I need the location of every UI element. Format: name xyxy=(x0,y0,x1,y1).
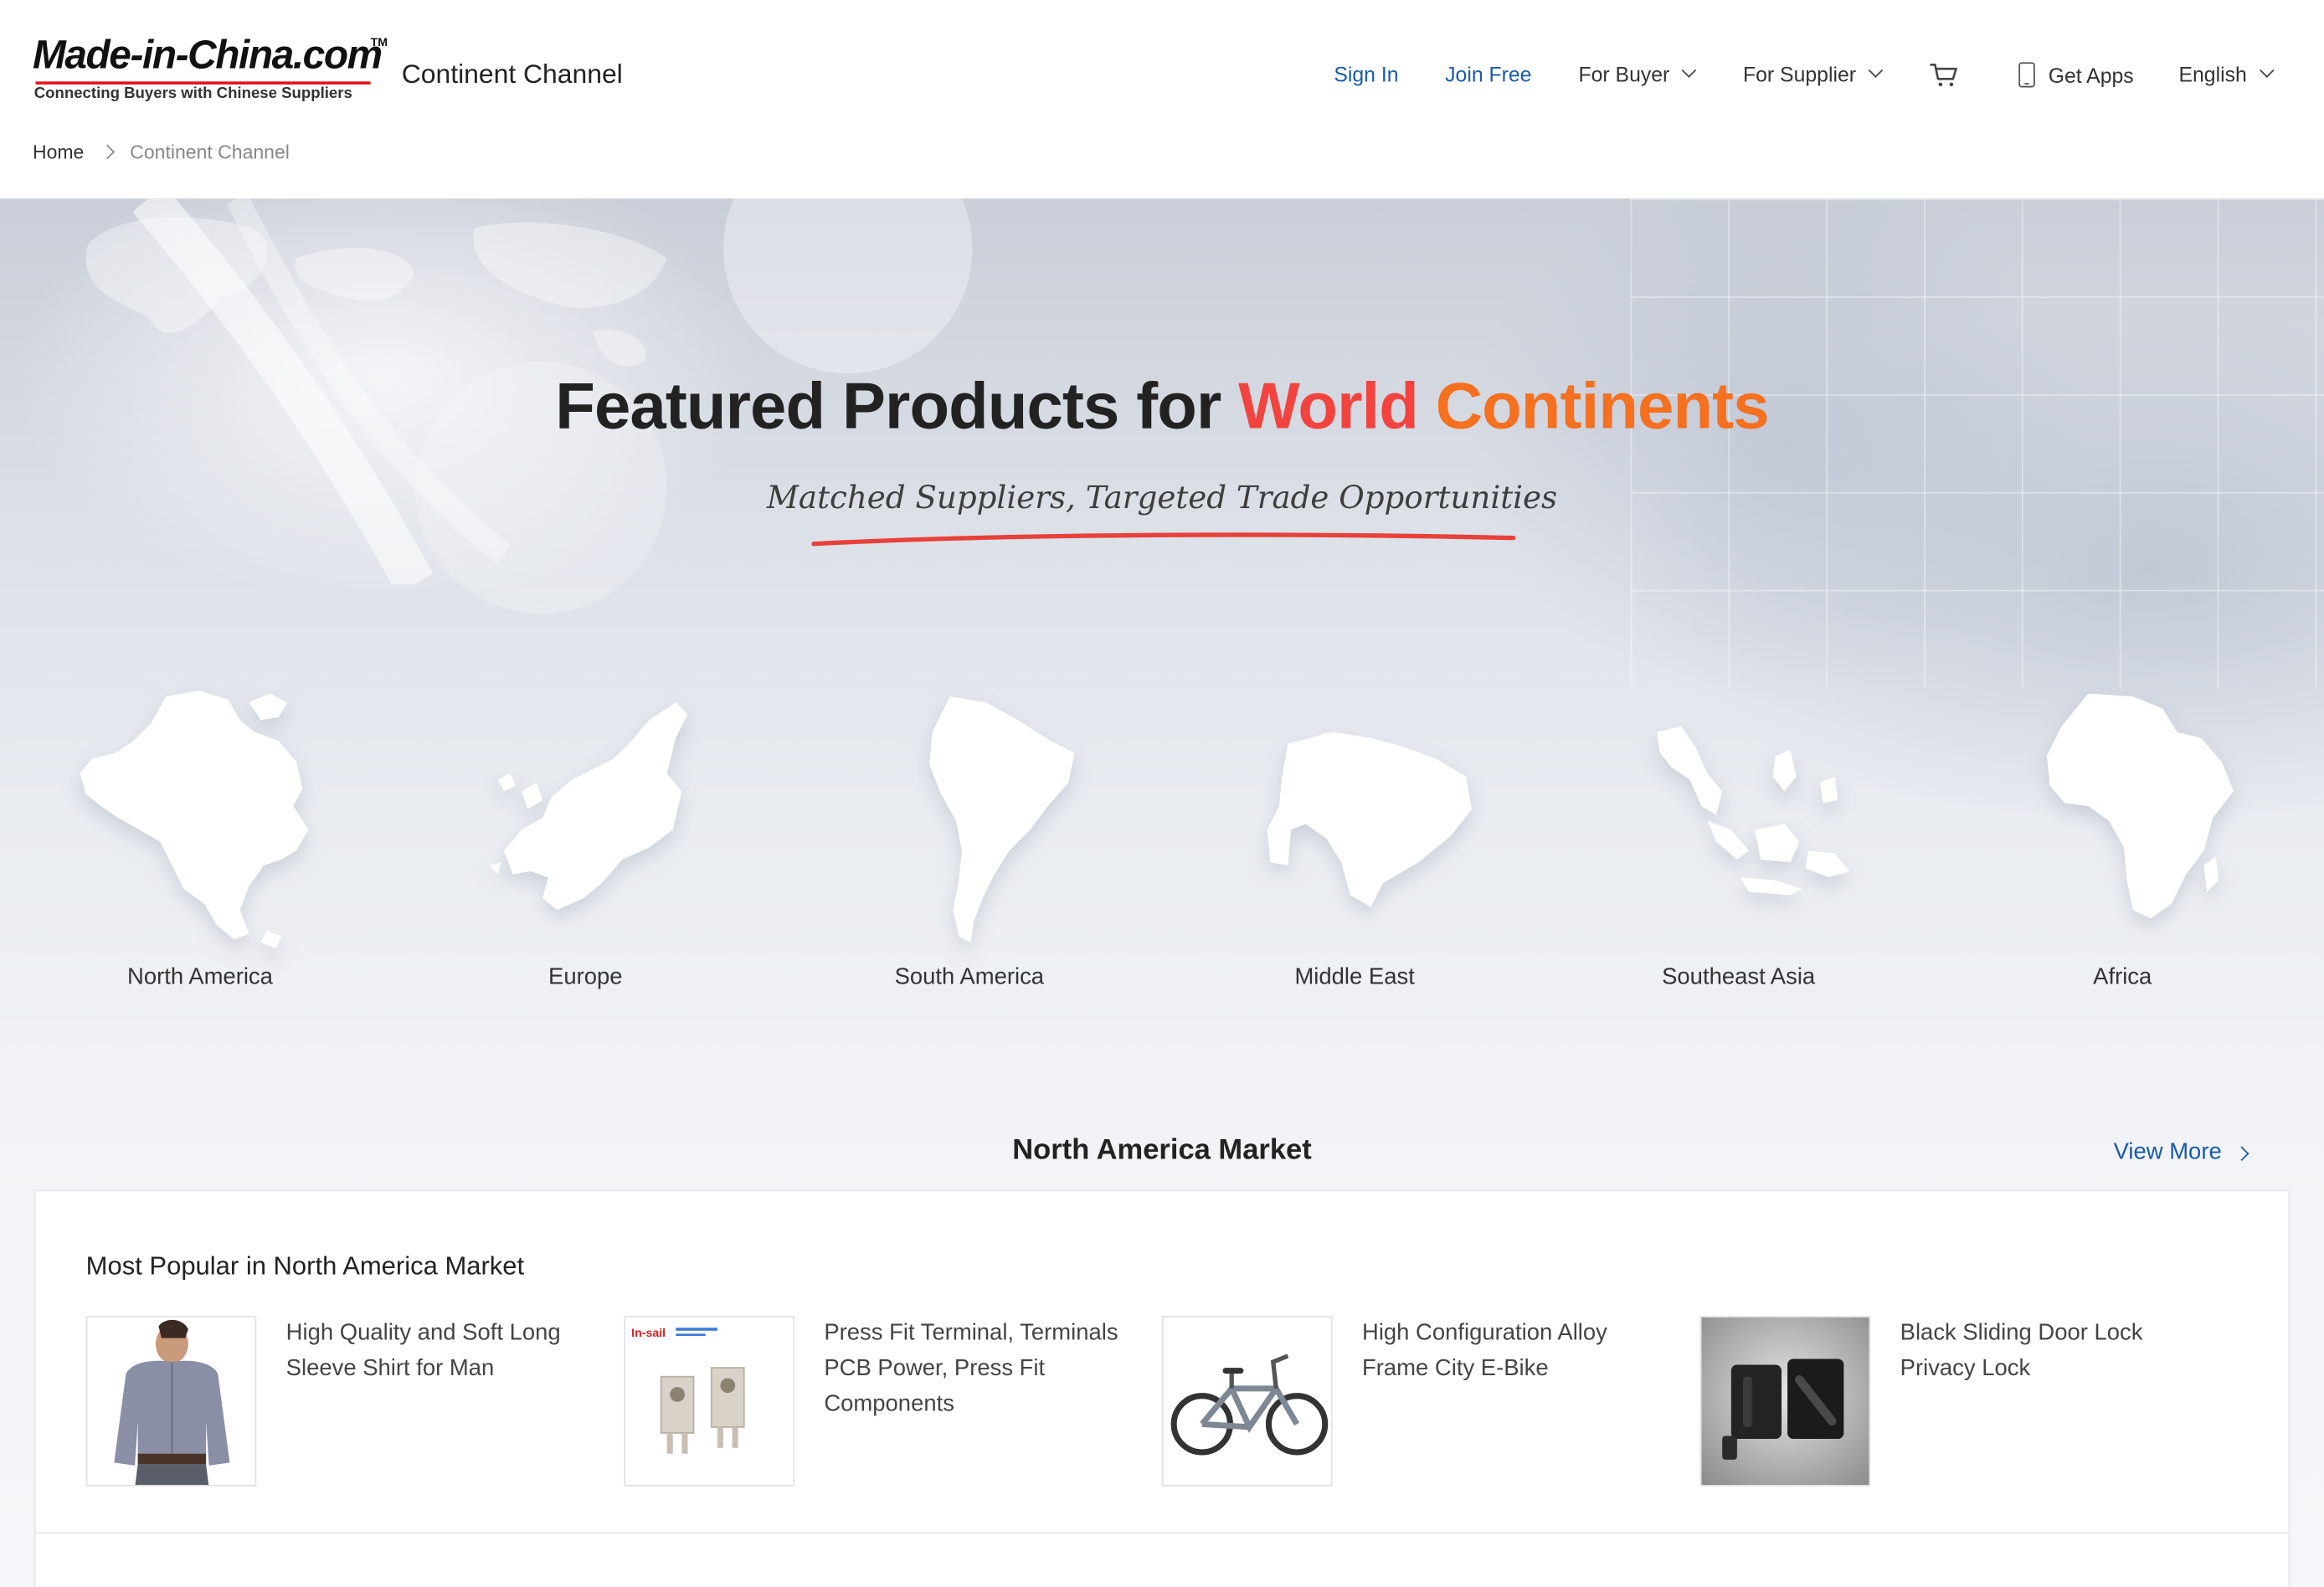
view-more-label: View More xyxy=(2113,1139,2222,1165)
logo-wordmark: Made-in-China.com xyxy=(32,32,383,78)
continent-north-america[interactable]: North America xyxy=(52,687,348,999)
continent-label: North America xyxy=(127,964,273,990)
continent-label: Southeast Asia xyxy=(1662,964,1816,990)
hero-title-continents: Continents xyxy=(1435,370,1770,444)
made-in-china-logo[interactable]: Made-in-China.com TM Connecting Buyers w… xyxy=(33,33,388,110)
mobile-phone-icon xyxy=(2018,62,2035,88)
product-name[interactable]: Press Fit Terminal, Terminals PCB Power,… xyxy=(824,1316,1128,1422)
product-thumbnail-ebike[interactable] xyxy=(1161,1316,1333,1487)
continent-europe[interactable]: Europe xyxy=(437,687,733,999)
chevron-down-icon xyxy=(2259,63,2275,78)
for-supplier-menu[interactable]: For Supplier xyxy=(1742,62,1884,86)
site-header: Made-in-China.com TM Connecting Buyers w… xyxy=(0,0,2324,199)
continent-south-america[interactable]: South America xyxy=(821,687,1118,999)
hero-title: Featured Products for World Continents xyxy=(0,371,2324,445)
e-bike-image xyxy=(1163,1317,1331,1485)
join-free-link[interactable]: Join Free xyxy=(1445,62,1531,85)
continent-label: Africa xyxy=(2093,964,2152,990)
channel-title: Continent Channel xyxy=(401,59,623,90)
view-more-link[interactable]: View More xyxy=(2113,1139,2249,1166)
language-selector[interactable]: English xyxy=(2178,62,2275,86)
sign-in-link[interactable]: Sign In xyxy=(1334,62,1398,85)
for-supplier-label: For Supplier xyxy=(1742,62,1857,86)
chevron-right-icon xyxy=(100,144,115,160)
breadcrumb: Home Continent Channel xyxy=(33,141,290,163)
shirt-image xyxy=(87,1317,255,1485)
sign-in-label: Sign In xyxy=(1334,62,1399,86)
product-name[interactable]: Black Sliding Door Lock Privacy Lock xyxy=(1900,1316,2204,1387)
continent-middle-east[interactable]: Middle East xyxy=(1206,687,1503,999)
shopping-cart-icon[interactable] xyxy=(1928,59,1961,92)
product-card[interactable]: High Configuration Alloy Frame City E-Bi… xyxy=(1161,1316,1681,1487)
chevron-down-icon xyxy=(1682,63,1697,78)
product-card[interactable]: In-sail Press Fit Terminal, Terminals PC… xyxy=(624,1316,1143,1487)
product-name[interactable]: High Configuration Alloy Frame City E-Bi… xyxy=(1362,1316,1666,1387)
panel-title: Most Popular in North America Market xyxy=(85,1251,525,1281)
market-panel: Most Popular in North America Market Hig… xyxy=(33,1189,2291,1534)
chevron-down-icon xyxy=(1869,63,1884,78)
for-buyer-label: For Buyer xyxy=(1578,62,1670,86)
product-card[interactable]: High Quality and Soft Long Sleeve Shirt … xyxy=(85,1316,605,1487)
product-thumbnail-shirt[interactable] xyxy=(85,1316,257,1487)
join-free-label: Join Free xyxy=(1445,62,1532,86)
terminal-image: In-sail xyxy=(625,1317,794,1485)
product-card[interactable]: Black Sliding Door Lock Privacy Lock xyxy=(1699,1316,2219,1487)
logo-trademark: TM xyxy=(370,35,388,49)
logo-tagline: Connecting Buyers with Chinese Suppliers xyxy=(33,84,352,103)
continent-label: South America xyxy=(894,964,1045,990)
get-apps-label: Get Apps xyxy=(2048,63,2134,87)
hero-title-world: World xyxy=(1238,370,1436,444)
africa-map-icon xyxy=(2046,693,2234,919)
continent-africa[interactable]: Africa xyxy=(1974,687,2270,999)
get-apps-link[interactable]: Get Apps xyxy=(2018,62,2134,88)
hero-subtitle-underline xyxy=(811,532,1516,547)
southeast-asia-map-icon xyxy=(1657,726,1850,896)
chevron-right-icon xyxy=(2234,1145,2249,1161)
continent-label: Europe xyxy=(548,964,623,990)
product-name[interactable]: High Quality and Soft Long Sleeve Shirt … xyxy=(286,1316,590,1387)
breadcrumb-home-link[interactable]: Home xyxy=(33,141,84,163)
language-label: English xyxy=(2178,62,2247,86)
continent-label: Middle East xyxy=(1294,964,1415,990)
europe-map-icon xyxy=(489,702,688,911)
north-america-map-icon xyxy=(80,691,309,949)
product-thumbnail-door-lock[interactable] xyxy=(1699,1316,1871,1487)
middle-east-map-icon xyxy=(1267,732,1473,907)
hero-banner: Featured Products for World Continents M… xyxy=(0,198,2324,1587)
product-thumbnail-brand: In-sail xyxy=(631,1327,666,1340)
next-panel xyxy=(33,1533,2291,1587)
door-lock-image xyxy=(1701,1317,1869,1485)
hero-title-part1: Featured Products for xyxy=(555,370,1239,444)
breadcrumb-current: Continent Channel xyxy=(130,141,290,163)
for-buyer-menu[interactable]: For Buyer xyxy=(1578,62,1697,86)
section-title: North America Market xyxy=(1012,1133,1312,1167)
south-america-map-icon xyxy=(929,696,1075,942)
hero-subtitle: Matched Suppliers, Targeted Trade Opport… xyxy=(766,480,1558,516)
product-thumbnail-terminal[interactable]: In-sail xyxy=(624,1316,794,1487)
continent-southeast-asia[interactable]: Southeast Asia xyxy=(1591,687,1887,999)
